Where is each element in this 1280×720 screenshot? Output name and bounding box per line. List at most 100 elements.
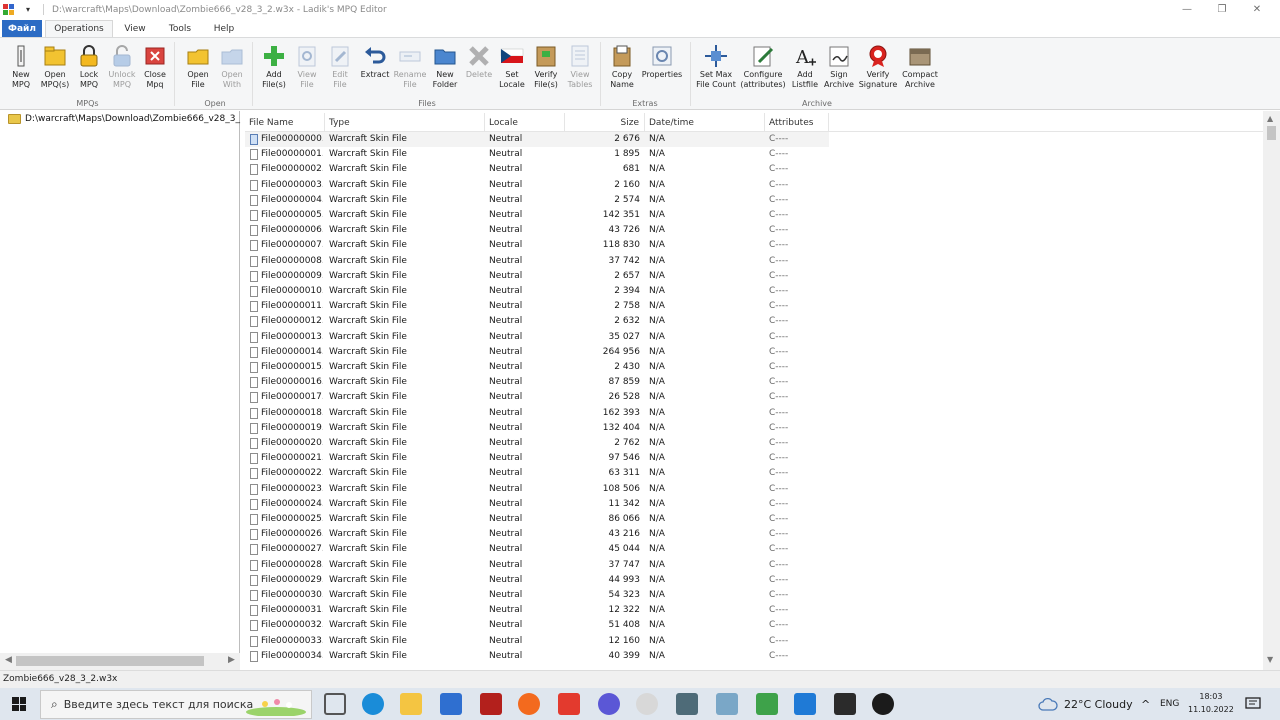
table-row[interactable]: File00000034... Warcraft Skin File Neutral… bbox=[245, 649, 1265, 664]
list-vertical-scrollbar[interactable]: ▲ ▼ bbox=[1263, 111, 1280, 670]
file-explorer-icon[interactable] bbox=[400, 693, 422, 715]
column-datetime[interactable]: Date/time bbox=[645, 113, 765, 132]
snipping-tool-icon[interactable] bbox=[636, 693, 658, 715]
table-row[interactable]: File00000003... Warcraft Skin File Neutral… bbox=[245, 178, 1265, 193]
minimize-button[interactable]: — bbox=[1170, 0, 1204, 19]
tree-horizontal-scrollbar[interactable]: ◀ ▶ bbox=[0, 653, 240, 670]
table-row[interactable]: File00000017... Warcraft Skin File Neutral… bbox=[245, 390, 1265, 405]
open-file-button[interactable]: Open File bbox=[182, 42, 214, 96]
tree-root-node[interactable]: D:\warcraft\Maps\Download\Zombie666_v28_… bbox=[8, 114, 240, 124]
table-row[interactable]: File00000030... Warcraft Skin File Neutral… bbox=[245, 588, 1265, 603]
task-view-icon[interactable] bbox=[324, 693, 346, 715]
table-row[interactable]: File00000001... Warcraft Skin File Neutral… bbox=[245, 147, 1265, 162]
properties-button[interactable]: Properties bbox=[640, 42, 684, 96]
add-files-button[interactable]: Add File(s) bbox=[258, 42, 290, 96]
github-desktop-icon[interactable] bbox=[872, 693, 894, 715]
copy-name-button[interactable]: Copy Name bbox=[606, 42, 638, 96]
column-file-name[interactable]: File Name bbox=[245, 113, 325, 132]
scroll-down-icon[interactable]: ▼ bbox=[1267, 655, 1273, 664]
table-row[interactable]: File00000008... Warcraft Skin File Neutral… bbox=[245, 254, 1265, 269]
taskbar-search-box[interactable]: ⌕ Введите здесь текст для поиска bbox=[40, 690, 312, 719]
vscode-icon[interactable] bbox=[794, 693, 816, 715]
file-list[interactable]: File Name Type Locale Size Date/time Att… bbox=[245, 111, 1280, 670]
dota-app-icon[interactable] bbox=[480, 693, 502, 715]
discord-icon[interactable] bbox=[598, 693, 620, 715]
table-row[interactable]: File00000002... Warcraft Skin File Neutral… bbox=[245, 162, 1265, 177]
table-row[interactable]: File00000029... Warcraft Skin File Neutral… bbox=[245, 573, 1265, 588]
scroll-up-icon[interactable]: ▲ bbox=[1267, 114, 1273, 123]
table-row[interactable]: File00000000... Warcraft Skin File Neutral… bbox=[245, 132, 829, 147]
table-row[interactable]: File00000015... Warcraft Skin File Neutral… bbox=[245, 360, 1265, 375]
weather-widget[interactable]: 22°C Cloudy bbox=[1038, 688, 1133, 720]
tool-app-icon[interactable] bbox=[716, 693, 738, 715]
table-row[interactable]: File00000022... Warcraft Skin File Neutral… bbox=[245, 466, 1265, 481]
table-row[interactable]: File00000014... Warcraft Skin File Neutral… bbox=[245, 345, 1265, 360]
edit-file-button[interactable]: Edit File bbox=[325, 42, 355, 96]
sign-archive-button[interactable]: Sign Archive bbox=[822, 42, 856, 96]
view-tables-button[interactable]: View Tables bbox=[564, 42, 596, 96]
taskbar-clock[interactable]: 18:03 11.10.2022 bbox=[1188, 690, 1234, 716]
table-row[interactable]: File00000005... Warcraft Skin File Neutral… bbox=[245, 208, 1265, 223]
table-row[interactable]: File00000006... Warcraft Skin File Neutral… bbox=[245, 223, 1265, 238]
table-row[interactable]: File00000011... Warcraft Skin File Neutral… bbox=[245, 299, 1265, 314]
table-row[interactable]: File00000020... Warcraft Skin File Neutral… bbox=[245, 436, 1265, 451]
table-row[interactable]: File00000027... Warcraft Skin File Neutral… bbox=[245, 542, 1265, 557]
tab-view[interactable]: View bbox=[116, 20, 154, 37]
start-button[interactable] bbox=[0, 688, 38, 720]
compact-archive-button[interactable]: Compact Archive bbox=[900, 42, 940, 96]
mail-icon[interactable] bbox=[440, 693, 462, 715]
table-row[interactable]: File00000024... Warcraft Skin File Neutral… bbox=[245, 497, 1265, 512]
set-max-file-count-button[interactable]: Set Max File Count bbox=[694, 42, 738, 96]
close-window-button[interactable]: ✕ bbox=[1240, 0, 1274, 19]
column-size[interactable]: Size bbox=[565, 113, 645, 132]
table-row[interactable]: File00000033... Warcraft Skin File Neutral… bbox=[245, 634, 1265, 649]
verify-signature-button[interactable]: Verify Signature bbox=[856, 42, 900, 96]
table-row[interactable]: File00000009... Warcraft Skin File Neutral… bbox=[245, 269, 1265, 284]
close-mpq-button[interactable]: Close Mpq bbox=[140, 42, 170, 96]
table-row[interactable]: File00000019... Warcraft Skin File Neutral… bbox=[245, 421, 1265, 436]
mpq-editor-taskbar-icon[interactable] bbox=[756, 693, 778, 715]
language-indicator[interactable]: ENG bbox=[1160, 688, 1179, 720]
tab-help[interactable]: Help bbox=[206, 20, 242, 37]
table-row[interactable]: File00000023... Warcraft Skin File Neutral… bbox=[245, 482, 1265, 497]
app-window-icon[interactable] bbox=[676, 693, 698, 715]
rename-file-button[interactable]: Rename File bbox=[393, 42, 427, 96]
configure-attributes-button[interactable]: Configure (attributes) bbox=[740, 42, 786, 96]
table-row[interactable]: File00000013... Warcraft Skin File Neutral… bbox=[245, 330, 1265, 345]
lock-mpq-button[interactable]: Lock MPQ bbox=[74, 42, 104, 96]
add-listfile-button[interactable]: A Add Listfile bbox=[788, 42, 822, 96]
open-with-button[interactable]: Open With bbox=[216, 42, 248, 96]
table-row[interactable]: File00000004... Warcraft Skin File Neutral… bbox=[245, 193, 1265, 208]
tree-scroll-thumb[interactable] bbox=[16, 656, 204, 666]
table-row[interactable]: File00000012... Warcraft Skin File Neutral… bbox=[245, 314, 1265, 329]
table-row[interactable]: File00000032... Warcraft Skin File Neutral… bbox=[245, 618, 1265, 633]
tray-overflow-chevron-icon[interactable]: ^ bbox=[1141, 688, 1150, 720]
wps-office-icon[interactable] bbox=[558, 693, 580, 715]
column-locale[interactable]: Locale bbox=[485, 113, 565, 132]
table-row[interactable]: File00000007... Warcraft Skin File Neutral… bbox=[245, 238, 1265, 253]
tab-operations[interactable]: Operations bbox=[45, 20, 113, 37]
extract-button[interactable]: Extract bbox=[358, 42, 392, 96]
open-mpq-button[interactable]: Open MPQ(s) bbox=[38, 42, 72, 96]
table-row[interactable]: File00000028... Warcraft Skin File Neutral… bbox=[245, 558, 1265, 573]
folder-tree[interactable]: D:\warcraft\Maps\Download\Zombie666_v28_… bbox=[0, 111, 240, 670]
edge-browser-icon[interactable] bbox=[362, 693, 384, 715]
table-row[interactable]: File00000025... Warcraft Skin File Neutral… bbox=[245, 512, 1265, 527]
scroll-left-icon[interactable]: ◀ bbox=[5, 655, 12, 665]
table-row[interactable]: File00000010... Warcraft Skin File Neutral… bbox=[245, 284, 1265, 299]
list-scroll-thumb[interactable] bbox=[1267, 126, 1276, 140]
table-row[interactable]: File00000018... Warcraft Skin File Neutral… bbox=[245, 406, 1265, 421]
delete-button[interactable]: Delete bbox=[463, 42, 495, 96]
set-locale-button[interactable]: Set Locale bbox=[496, 42, 528, 96]
scroll-right-icon[interactable]: ▶ bbox=[228, 655, 235, 665]
view-file-button[interactable]: View File bbox=[292, 42, 322, 96]
table-row[interactable]: File00000021... Warcraft Skin File Neutral… bbox=[245, 451, 1265, 466]
column-attributes[interactable]: Attributes bbox=[765, 113, 829, 132]
terminal-app-icon[interactable] bbox=[834, 693, 856, 715]
notifications-icon[interactable] bbox=[1245, 688, 1261, 720]
new-folder-button[interactable]: New Folder bbox=[428, 42, 462, 96]
tab-file[interactable]: Файл bbox=[2, 20, 42, 37]
table-row[interactable]: File00000026... Warcraft Skin File Neutral… bbox=[245, 527, 1265, 542]
table-row[interactable]: File00000031... Warcraft Skin File Neutral… bbox=[245, 603, 1265, 618]
column-type[interactable]: Type bbox=[325, 113, 485, 132]
